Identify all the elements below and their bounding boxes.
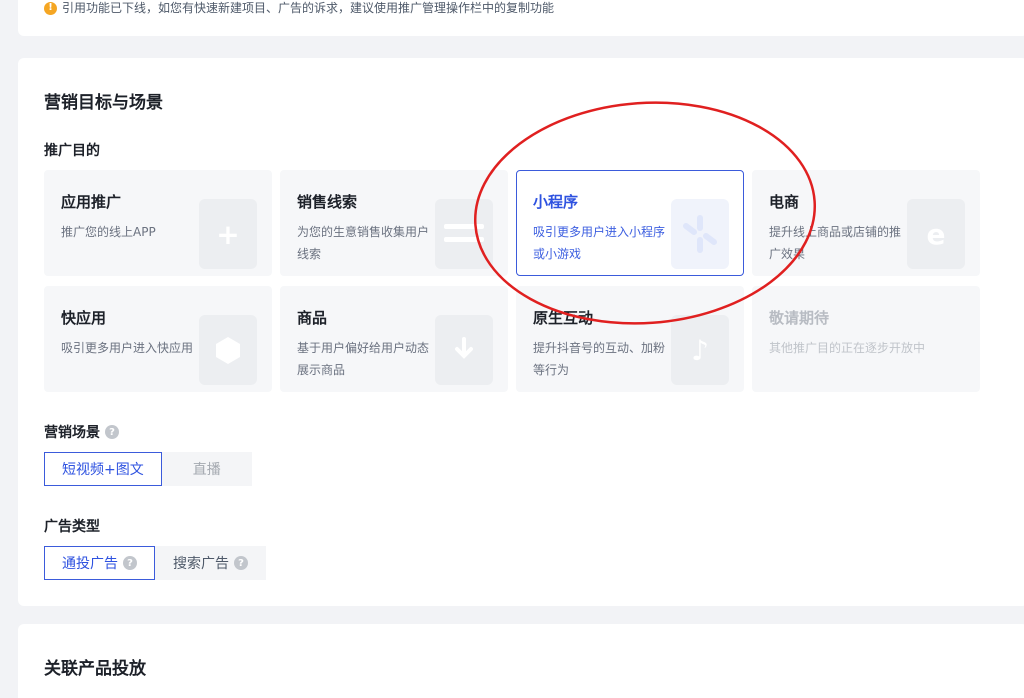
- goal-title: 小程序: [533, 193, 579, 211]
- goal-card-product[interactable]: 商品 基于用户偏好给用户动态展示商品: [280, 286, 508, 392]
- goal-title: 商品: [297, 309, 328, 327]
- help-icon[interactable]: ?: [234, 556, 248, 570]
- goal-card-leads[interactable]: 销售线索 为您的生意销售收集用户线索: [280, 170, 508, 276]
- goal-desc: 吸引更多用户进入快应用: [61, 341, 194, 355]
- douyin-icon: ♪: [671, 315, 729, 385]
- scene-selector: 短视频+图文 直播: [44, 452, 252, 486]
- notice-card: ! 引用功能已下线，如您有快速新建项目、广告的诉求，建议使用推广管理操作栏中的复…: [18, 0, 1024, 36]
- goal-desc: 基于用户偏好给用户动态展示商品: [297, 341, 430, 377]
- notice-bar: ! 引用功能已下线，如您有快速新建项目、广告的诉求，建议使用推广管理操作栏中的复…: [44, 0, 554, 16]
- goal-label-text: 推广目的: [44, 143, 100, 159]
- goal-desc: 其他推广目的正在逐步开放中: [769, 341, 926, 355]
- scene-label-text: 营销场景: [44, 425, 100, 441]
- goal-title: 电商: [769, 193, 800, 211]
- goal-title: 快应用: [61, 309, 107, 327]
- goal-desc: 为您的生意销售收集用户线索: [297, 225, 430, 261]
- adtype-option-label: 通投广告: [62, 556, 118, 572]
- warning-icon: !: [44, 1, 57, 15]
- goal-title: 销售线索: [297, 193, 358, 211]
- scene-option-short-video[interactable]: 短视频+图文: [44, 452, 162, 486]
- scene-label: 营销场景 ?: [44, 422, 119, 442]
- goal-title: 原生互动: [533, 309, 594, 327]
- plus-icon: +: [199, 199, 257, 269]
- goal-label: 推广目的: [44, 140, 100, 160]
- goal-desc: 推广您的线上APP: [61, 225, 156, 239]
- miniprogram-icon: [671, 199, 729, 269]
- adtype-option-label: 搜索广告: [173, 556, 229, 572]
- help-icon[interactable]: ?: [123, 556, 137, 570]
- help-icon[interactable]: ?: [105, 425, 119, 439]
- scene-option-label: 短视频+图文: [62, 462, 144, 478]
- goal-desc: 吸引更多用户进入小程序或小游戏: [533, 225, 666, 261]
- form-icon: [435, 199, 493, 269]
- goal-card-coming-soon: 敬请期待 其他推广目的正在逐步开放中: [752, 286, 980, 392]
- shopping-bag-icon: e: [907, 199, 965, 269]
- scene-option-label: 直播: [192, 462, 221, 478]
- notice-text: 引用功能已下线，如您有快速新建项目、广告的诉求，建议使用推广管理操作栏中的复制功…: [62, 1, 555, 15]
- adtype-label: 广告类型: [44, 516, 100, 536]
- goal-card-ecommerce[interactable]: 电商 提升线上商品或店铺的推广效果 e: [752, 170, 980, 276]
- adtype-option-search[interactable]: 搜索广告 ?: [155, 546, 266, 580]
- goal-desc: 提升线上商品或店铺的推广效果: [769, 225, 902, 261]
- goal-desc: 提升抖音号的互动、加粉等行为: [533, 341, 666, 377]
- goal-card-app[interactable]: 应用推广 推广您的线上APP +: [44, 170, 272, 276]
- related-product-section: 关联产品投放: [18, 624, 1024, 698]
- section-title: 关联产品投放: [44, 659, 146, 679]
- section-title: 营销目标与场景: [44, 93, 163, 113]
- goal-card-quickapp[interactable]: 快应用 吸引更多用户进入快应用: [44, 286, 272, 392]
- goal-card-miniprogram[interactable]: 小程序 吸引更多用户进入小程序或小游戏: [516, 170, 744, 276]
- goal-title: 敬请期待: [769, 309, 830, 327]
- cube-icon: [199, 315, 257, 385]
- adtype-label-text: 广告类型: [44, 519, 100, 535]
- goal-title: 应用推广: [61, 193, 122, 211]
- marketing-section: 营销目标与场景 推广目的 应用推广 推广您的线上APP + 销售线索 为您的生意…: [18, 58, 1024, 606]
- adtype-option-general[interactable]: 通投广告 ?: [44, 546, 155, 580]
- goal-card-interaction[interactable]: 原生互动 提升抖音号的互动、加粉等行为 ♪: [516, 286, 744, 392]
- adtype-selector: 通投广告 ? 搜索广告 ?: [44, 546, 266, 580]
- scene-option-live[interactable]: 直播: [161, 452, 252, 486]
- cart-icon: [435, 315, 493, 385]
